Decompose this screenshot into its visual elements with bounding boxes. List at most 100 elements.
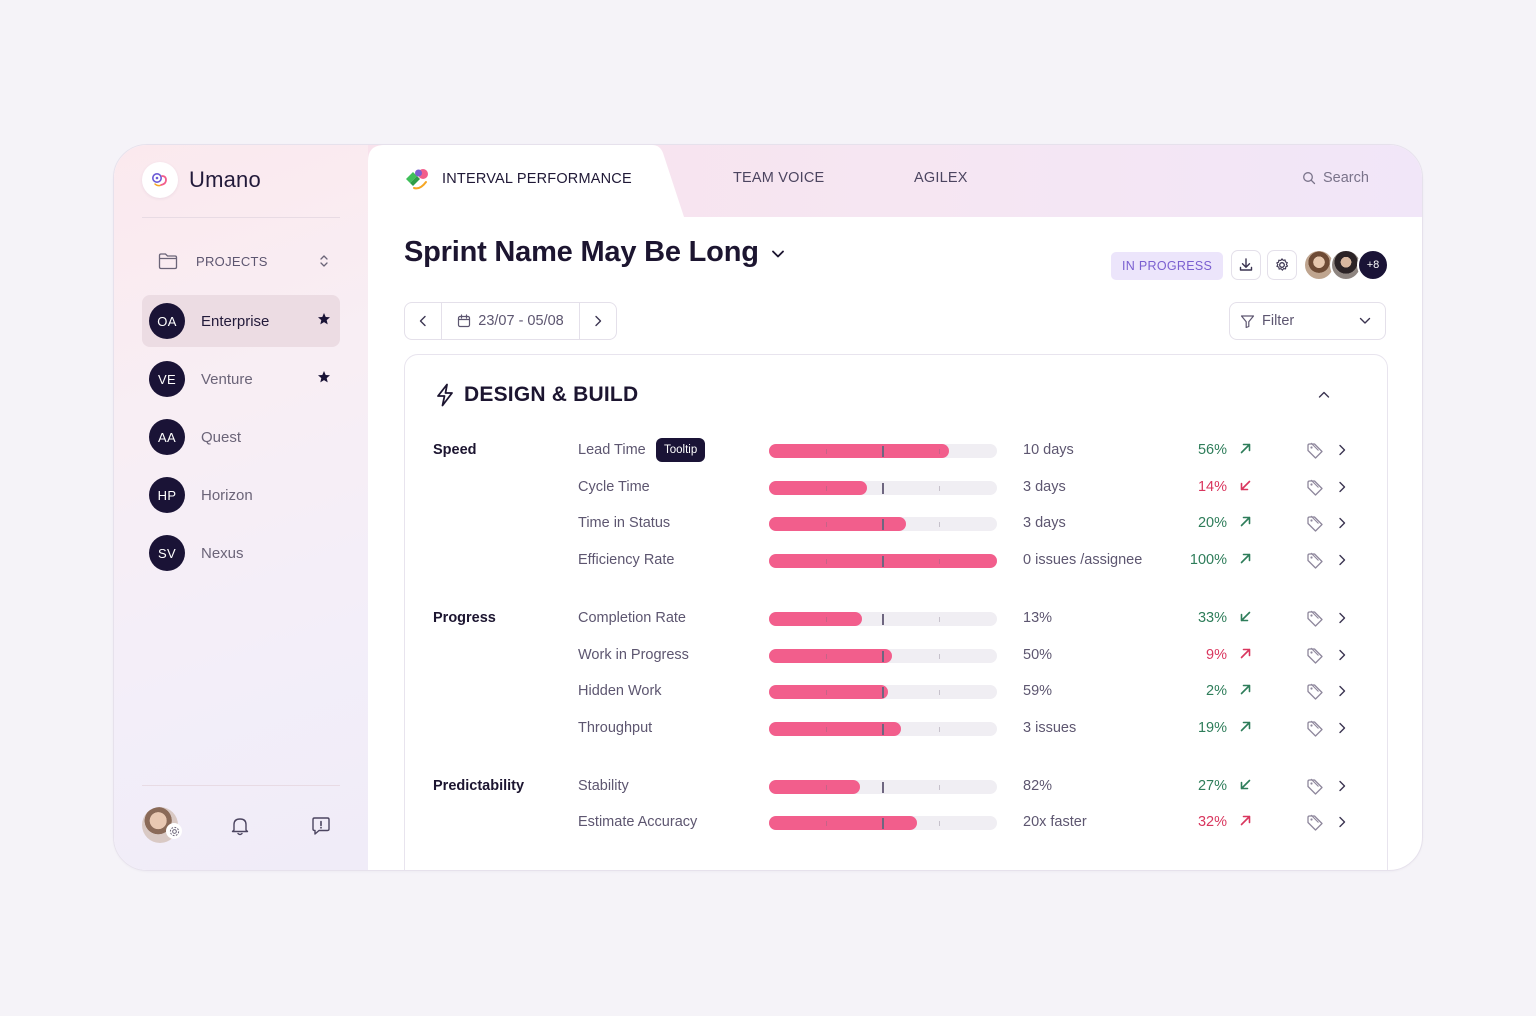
tab-agilex[interactable]: AGILEX bbox=[914, 170, 968, 186]
app-name: Umano bbox=[189, 167, 261, 192]
metric-row[interactable]: Estimate Accuracy 20x faster 32% bbox=[405, 810, 1389, 836]
bar-target-marker bbox=[882, 651, 884, 662]
chevron-right-icon[interactable] bbox=[1337, 516, 1347, 530]
metric-row[interactable]: Time in Status 3 days 20% bbox=[405, 511, 1389, 537]
star-icon[interactable] bbox=[317, 312, 331, 326]
arrow-down-left-icon bbox=[1240, 611, 1251, 622]
tab-team-voice[interactable]: TEAM VOICE bbox=[733, 170, 824, 186]
section-header: DESIGN & BUILD bbox=[435, 383, 638, 407]
project-avatar: HP bbox=[149, 477, 185, 513]
tag-icon[interactable] bbox=[1305, 441, 1325, 461]
arrow-down-left-icon bbox=[1240, 480, 1251, 491]
settings-button[interactable] bbox=[1267, 250, 1297, 280]
date-range-button[interactable]: 23/07 - 05/08 bbox=[441, 303, 580, 339]
project-avatar: AA bbox=[149, 419, 185, 455]
metric-row[interactable]: Throughput 3 issues 19% bbox=[405, 716, 1389, 742]
collapse-section-button[interactable] bbox=[1317, 387, 1331, 405]
change-percent: 32% bbox=[1197, 814, 1227, 830]
metric-name: Completion Rate bbox=[578, 610, 686, 626]
chevron-down-icon bbox=[771, 250, 784, 257]
metric-group-label: Speed bbox=[433, 442, 477, 458]
metric-row[interactable]: Progress Completion Rate 13% 33% bbox=[405, 606, 1389, 632]
metric-group-label: Predictability bbox=[433, 778, 525, 794]
change-percent: 56% bbox=[1197, 442, 1227, 458]
settings-badge-icon[interactable] bbox=[166, 823, 182, 839]
chevron-right-icon[interactable] bbox=[1337, 721, 1347, 735]
progress-bar-fill bbox=[769, 816, 917, 830]
progress-bar-fill bbox=[769, 649, 892, 663]
page-title: Sprint Name May Be Long bbox=[404, 236, 759, 268]
logo: Umano bbox=[142, 162, 261, 198]
projects-selector[interactable]: PROJECTS bbox=[142, 243, 340, 279]
bar-tick bbox=[939, 617, 940, 622]
bar-tick bbox=[939, 785, 940, 790]
chevron-right-icon[interactable] bbox=[1337, 611, 1347, 625]
gear-icon bbox=[1276, 258, 1289, 271]
metric-row[interactable]: Work in Progress 50% 9% bbox=[405, 643, 1389, 669]
previous-period-button[interactable] bbox=[405, 303, 441, 339]
metric-row[interactable]: Cycle Time 3 days 14% bbox=[405, 475, 1389, 501]
metric-value: 3 days bbox=[1023, 515, 1066, 531]
sprint-selector[interactable]: Sprint Name May Be Long bbox=[404, 236, 785, 269]
tag-icon[interactable] bbox=[1305, 609, 1325, 629]
metric-value: 59% bbox=[1023, 683, 1053, 699]
tab-label: INTERVAL PERFORMANCE bbox=[442, 171, 632, 187]
bar-tick bbox=[826, 449, 827, 454]
tag-icon[interactable] bbox=[1305, 719, 1325, 739]
arrow-up-right-icon bbox=[1240, 516, 1251, 527]
project-item-venture[interactable]: VE Venture bbox=[142, 353, 340, 405]
bar-tick bbox=[826, 654, 827, 659]
projects-label: PROJECTS bbox=[196, 253, 268, 269]
tag-icon[interactable] bbox=[1305, 646, 1325, 666]
change-percent: 9% bbox=[1206, 647, 1227, 663]
bar-target-marker bbox=[882, 519, 884, 530]
metric-row[interactable]: Efficiency Rate 0 issues /assignee 100% bbox=[405, 548, 1389, 574]
arrow-up-right-icon bbox=[1240, 815, 1251, 826]
sidebar-footer bbox=[142, 807, 340, 847]
next-period-button[interactable] bbox=[580, 303, 616, 339]
more-members-count[interactable]: +8 bbox=[1357, 249, 1389, 281]
progress-bar-fill bbox=[769, 612, 862, 626]
progress-bar bbox=[769, 780, 997, 794]
tag-icon[interactable] bbox=[1305, 514, 1325, 534]
download-icon bbox=[1239, 258, 1253, 271]
project-item-nexus[interactable]: SV Nexus bbox=[142, 527, 340, 579]
tag-icon[interactable] bbox=[1305, 478, 1325, 498]
progress-bar-fill bbox=[769, 481, 867, 495]
star-icon[interactable] bbox=[317, 370, 331, 384]
tag-icon[interactable] bbox=[1305, 682, 1325, 702]
tab-interval-performance[interactable]: INTERVAL PERFORMANCE bbox=[368, 145, 684, 217]
download-button[interactable] bbox=[1231, 250, 1261, 280]
metric-row[interactable]: Speed Lead Time Tooltip 10 days 56% bbox=[405, 438, 1389, 464]
bar-tick bbox=[826, 522, 827, 527]
metric-row[interactable]: Hidden Work 59% 2% bbox=[405, 679, 1389, 705]
metric-row[interactable]: Predictability Stability 82% 27% bbox=[405, 774, 1389, 800]
metric-value: 3 issues bbox=[1023, 720, 1077, 736]
feedback-icon[interactable] bbox=[310, 815, 332, 837]
project-item-horizon[interactable]: HP Horizon bbox=[142, 469, 340, 521]
metric-value: 50% bbox=[1023, 647, 1053, 663]
project-item-quest[interactable]: AA Quest bbox=[142, 411, 340, 463]
bell-icon[interactable] bbox=[230, 815, 250, 837]
progress-bar-fill bbox=[769, 444, 949, 458]
chevron-right-icon[interactable] bbox=[1337, 553, 1347, 567]
tag-icon[interactable] bbox=[1305, 813, 1325, 833]
project-item-enterprise[interactable]: OA Enterprise bbox=[142, 295, 340, 347]
chevron-right-icon[interactable] bbox=[1337, 815, 1347, 829]
chevron-right-icon[interactable] bbox=[1337, 684, 1347, 698]
bar-tick bbox=[826, 486, 827, 491]
sidebar: Umano PROJECTS OA Enterprise VE Venture … bbox=[114, 145, 368, 870]
metric-value: 20x faster bbox=[1023, 814, 1087, 830]
chevron-right-icon[interactable] bbox=[1337, 480, 1347, 494]
team-members[interactable]: +8 bbox=[1303, 249, 1391, 281]
chevron-right-icon[interactable] bbox=[1337, 443, 1347, 457]
chevron-right-icon[interactable] bbox=[1337, 648, 1347, 662]
project-name: Venture bbox=[201, 370, 253, 388]
tag-icon[interactable] bbox=[1305, 777, 1325, 797]
bar-tick bbox=[826, 821, 827, 826]
search-button[interactable]: Search bbox=[1302, 170, 1369, 186]
bar-tick bbox=[939, 690, 940, 695]
tag-icon[interactable] bbox=[1305, 551, 1325, 571]
chevron-right-icon[interactable] bbox=[1337, 779, 1347, 793]
filter-dropdown[interactable]: Filter bbox=[1229, 302, 1386, 340]
